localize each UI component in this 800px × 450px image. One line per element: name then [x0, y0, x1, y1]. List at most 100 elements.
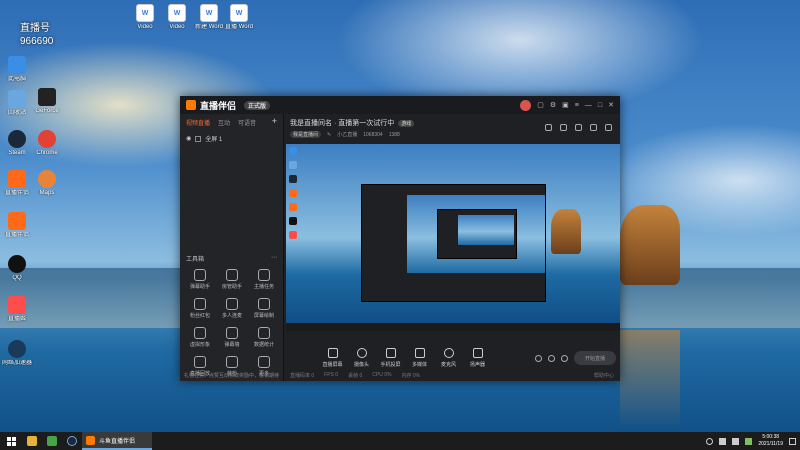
screen-capture-button[interactable]: 直播屏幕	[318, 348, 347, 368]
volume-icon[interactable]	[732, 437, 740, 445]
tool-item[interactable]: 主播任务	[248, 269, 280, 290]
room-id: 1068304	[363, 131, 383, 138]
scene-item[interactable]: ◉ 全屏 1	[180, 131, 283, 146]
version-badge: 正式版	[244, 100, 271, 110]
live-companion-window: 直播伴侣 正式版 ▢ ⚙ ▣ ≡ — □ ✕ 视频直播 互动 可语音 + ◉ 全…	[180, 96, 620, 381]
left-panel: 视频直播 互动 可语音 + ◉ 全屏 1 工具箱 ⋯ 弹幕助手 房管助手 主播任…	[180, 114, 284, 381]
taskbar-store[interactable]	[42, 432, 62, 450]
desktop-icon-geforce[interactable]: GeForce	[30, 88, 64, 115]
tool-item[interactable]: 粉丝红包	[184, 298, 216, 319]
minimize-icon[interactable]: —	[585, 102, 592, 109]
start-button[interactable]	[0, 432, 22, 450]
media-button[interactable]: 多媒体	[405, 348, 434, 368]
overlay-line1: 直播号	[20, 23, 50, 34]
play-icon	[414, 348, 425, 358]
preview-desktop-icons	[289, 147, 301, 245]
stream-preview[interactable]	[286, 144, 620, 331]
folder-icon	[27, 436, 37, 446]
toolbox-title: 工具箱	[186, 257, 205, 263]
tool-item[interactable]: 数据统计	[248, 327, 280, 348]
gift-icon[interactable]: ▣	[562, 101, 569, 109]
phone-icon	[385, 348, 396, 358]
tool-item[interactable]: 多人连麦	[216, 298, 248, 319]
speaker-button[interactable]: 扬声器	[463, 348, 492, 368]
tool-icon	[258, 269, 270, 281]
steam-icon	[8, 130, 26, 148]
desktop-icon-app[interactable]: 网络加速器	[0, 340, 34, 367]
notification-icon[interactable]	[789, 437, 796, 445]
tab-voice[interactable]: 可语音	[238, 118, 256, 127]
windows-taskbar: 斗鱼直播伴侣 5:00:38 2021/11/19	[0, 432, 800, 450]
tool-item[interactable]: 弹幕助手	[184, 269, 216, 290]
desktop-file[interactable]: W 直播 Word	[222, 4, 256, 31]
geforce-icon	[38, 88, 56, 106]
record-toggle-icon[interactable]	[535, 354, 542, 362]
desktop-file[interactable]: W Video	[128, 4, 162, 31]
help-link[interactable]: 帮助中心	[594, 372, 614, 379]
record-icon[interactable]	[545, 124, 552, 131]
camera-button[interactable]: 摄像头	[347, 348, 376, 368]
tool-item[interactable]: 弹幕墙	[216, 327, 248, 348]
toolbox-grid: 弹幕助手 房管助手 主播任务 粉丝红包 多人连麦 屏幕绘制 虚拟形象 弹幕墙 数…	[184, 269, 280, 377]
word-file-icon: W	[168, 4, 186, 22]
desktop-icon-this-pc[interactable]: 此电脑	[0, 56, 34, 83]
toolbox-more-icon[interactable]: ⋯	[271, 254, 277, 263]
desktop-icon-app[interactable]: 直播伴侣	[0, 212, 34, 239]
desktop-icon-app[interactable]: 直播姬	[0, 296, 34, 323]
room-category[interactable]: 我是直播间	[290, 131, 322, 138]
bell-icon[interactable]	[590, 124, 597, 131]
desktop-file[interactable]: W 新建 Word	[192, 4, 226, 31]
eye-icon[interactable]: ◉	[186, 135, 191, 142]
main-area: 我是直播间名 · 直播第一次试行中 游戏 我是直播间 ✎ 小乙直播 106830…	[284, 114, 620, 381]
room-tag[interactable]: 游戏	[398, 119, 415, 127]
desktop-icon-app[interactable]: 直播伴侣	[0, 170, 34, 197]
tool-item[interactable]: 虚拟形象	[184, 327, 216, 348]
taskbar-steam[interactable]	[62, 432, 82, 450]
add-scene-icon[interactable]: +	[272, 117, 277, 127]
live-companion-icon	[86, 435, 95, 445]
desktop-file[interactable]: W Video	[160, 4, 194, 31]
tool-icon	[194, 356, 206, 368]
menu-icon[interactable]: ≡	[575, 102, 579, 109]
desktop-icon-chrome[interactable]: Chrome	[30, 130, 64, 157]
close-icon[interactable]: ✕	[608, 101, 614, 109]
taskbar-explorer[interactable]	[22, 432, 42, 450]
tab-interact[interactable]: 互动	[218, 118, 230, 127]
phone-cast-button[interactable]: 手机投屏	[376, 348, 405, 368]
desktop-icon-qq[interactable]: QQ	[0, 255, 34, 282]
settings-icon[interactable]: ⚙	[550, 101, 556, 109]
effects-icon[interactable]	[548, 354, 555, 362]
start-live-button[interactable]: 开始直播	[574, 351, 616, 365]
room-title[interactable]: 我是直播间名 · 直播第一次试行中	[290, 118, 394, 128]
desktop-icon-recycle-bin[interactable]: 回收站	[0, 90, 34, 117]
message-icon[interactable]: ▢	[537, 101, 544, 109]
share-icon[interactable]	[605, 124, 612, 131]
nested-preview-inner	[437, 209, 517, 259]
accelerator-icon	[8, 340, 26, 358]
app-logo: 直播伴侣 正式版	[186, 99, 271, 112]
user-avatar[interactable]	[520, 99, 532, 111]
desktop-icon-maps[interactable]: Maps	[30, 170, 64, 197]
tool-item[interactable]: 屏幕绘制	[248, 298, 280, 319]
tab-video-live[interactable]: 视频直播	[186, 118, 210, 127]
app-tray-icon[interactable]	[745, 437, 753, 445]
live-companion-icon	[8, 212, 26, 230]
system-tray: 5:00:38 2021/11/19	[706, 434, 800, 448]
tool-icon	[194, 269, 206, 281]
desktop-icon-steam[interactable]: Steam	[0, 130, 34, 157]
layout-icon[interactable]	[575, 124, 582, 131]
network-icon[interactable]	[719, 437, 727, 445]
edit-icon[interactable]: ✎	[327, 132, 331, 138]
qq-penguin-icon	[8, 255, 26, 273]
maximize-icon[interactable]: □	[598, 102, 602, 109]
chevron-up-icon[interactable]	[706, 437, 714, 445]
app-logo-icon	[186, 100, 196, 110]
steam-icon	[67, 436, 77, 446]
gear-icon[interactable]	[561, 354, 568, 362]
tool-item[interactable]: 房管助手	[216, 269, 248, 290]
overlay-line2: 966690	[20, 36, 54, 47]
microphone-button[interactable]: 麦克风	[434, 348, 463, 368]
clock[interactable]: 5:00:38 2021/11/19	[758, 434, 783, 448]
taskbar-active-app[interactable]: 斗鱼直播伴侣	[82, 432, 152, 450]
lock-icon[interactable]	[560, 124, 567, 131]
